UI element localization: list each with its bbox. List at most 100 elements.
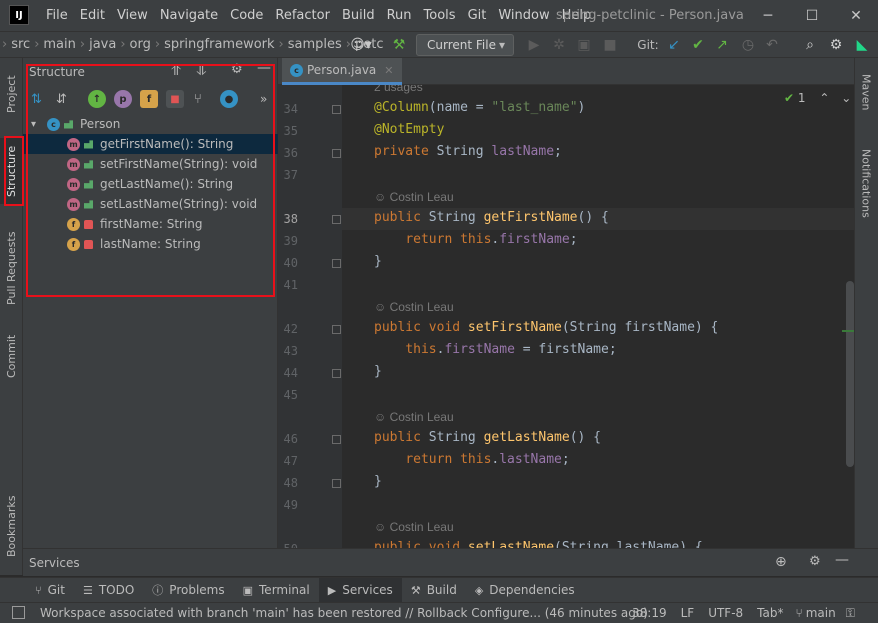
- maximize-icon[interactable]: ☐: [790, 0, 834, 31]
- author-hint[interactable]: ☺ Costin Leau: [374, 410, 454, 424]
- menu-window[interactable]: Window: [492, 0, 555, 31]
- breadcrumb-main[interactable]: main: [41, 32, 77, 58]
- fold-marker-icon[interactable]: [332, 215, 341, 224]
- navigation-bar: › src › main › java › org › springframew…: [0, 31, 878, 58]
- build-icon: ⚒: [410, 583, 421, 597]
- hammer-icon[interactable]: ⚒: [388, 32, 410, 58]
- caret-position[interactable]: 38:19: [632, 606, 667, 620]
- breadcrumb-java[interactable]: java: [87, 32, 118, 58]
- tool-tab-problems[interactable]: ⓘ Problems: [143, 578, 233, 603]
- tool-tab-git[interactable]: ⑂ Git: [26, 578, 74, 603]
- branch-icon: ⑂: [795, 606, 803, 620]
- commit-icon[interactable]: ✔: [688, 32, 708, 58]
- fold-marker-icon[interactable]: [332, 369, 341, 378]
- fold-marker-icon[interactable]: [332, 259, 341, 268]
- rollback-icon[interactable]: ↶: [762, 32, 782, 58]
- run-icon[interactable]: ▶: [524, 32, 544, 58]
- chevron-up-icon[interactable]: ⌃: [819, 91, 829, 105]
- tool-tab-commit[interactable]: Commit: [0, 324, 23, 388]
- breadcrumb-src[interactable]: src: [9, 32, 32, 58]
- menu-git[interactable]: Git: [462, 0, 493, 31]
- tool-tab-maven[interactable]: Maven: [855, 64, 877, 120]
- menu-edit[interactable]: Edit: [74, 0, 111, 31]
- author-hint[interactable]: ☺ Costin Leau: [374, 520, 454, 534]
- menu-navigate[interactable]: Navigate: [154, 0, 224, 31]
- menu-refactor[interactable]: Refactor: [269, 0, 336, 31]
- tool-tab-build[interactable]: ⚒ Build: [402, 578, 466, 603]
- menu-tools[interactable]: Tools: [418, 0, 462, 31]
- debug-icon[interactable]: ✲: [549, 32, 569, 58]
- fold-marker-icon[interactable]: [332, 325, 341, 334]
- line-number: 49: [283, 498, 298, 512]
- toggle-tool-windows-icon[interactable]: [12, 606, 25, 619]
- gear-icon[interactable]: ⚙: [826, 32, 846, 58]
- menu-code[interactable]: Code: [224, 0, 269, 31]
- push-icon[interactable]: ↗: [712, 32, 732, 58]
- author-name: Costin Leau: [389, 190, 454, 204]
- tab-person-java[interactable]: c Person.java ✕: [282, 58, 402, 85]
- tool-tab-pull-requests[interactable]: Pull Requests: [0, 220, 23, 316]
- code-with-me-icon[interactable]: ◣: [852, 32, 872, 58]
- tool-tab-notifications[interactable]: Notifications: [855, 138, 877, 228]
- breadcrumb-samples[interactable]: samples: [286, 32, 344, 58]
- fold-marker-icon[interactable]: [332, 435, 341, 444]
- inspection-count: 1: [797, 91, 806, 105]
- author-hint[interactable]: ☺ Costin Leau: [374, 190, 454, 204]
- author-name: Costin Leau: [389, 300, 454, 314]
- tool-tab-services[interactable]: ▶ Services: [318, 577, 402, 603]
- breadcrumb-springframework[interactable]: springframework: [162, 32, 276, 58]
- fold-marker-icon[interactable]: [332, 149, 341, 158]
- tool-tab-todo[interactable]: ☰ TODO: [74, 578, 143, 603]
- fold-marker-icon[interactable]: [332, 479, 341, 488]
- tool-tab-terminal-label: Terminal: [259, 583, 310, 597]
- minimize-icon[interactable]: ─: [746, 0, 790, 31]
- code-line: public void setLastName(String lastName)…: [374, 540, 703, 548]
- chevron-right-icon: ›: [79, 37, 86, 52]
- tool-tab-problems-label: Problems: [169, 583, 225, 597]
- usages-hint[interactable]: 2 usages: [374, 85, 423, 94]
- tool-tab-dependencies[interactable]: ◈ Dependencies: [466, 578, 584, 603]
- tool-tab-bookmarks[interactable]: Bookmarks: [0, 488, 23, 564]
- close-icon[interactable]: ✕: [834, 0, 878, 31]
- todo-icon: ☰: [82, 583, 93, 597]
- menu-bar: File Edit View Navigate Code Refactor Bu…: [40, 0, 597, 31]
- line-separator[interactable]: LF: [681, 606, 695, 620]
- settings-icon[interactable]: ⚙: [809, 554, 821, 569]
- author-hint[interactable]: ☺ Costin Leau: [374, 300, 454, 314]
- close-tab-icon[interactable]: ✕: [384, 64, 393, 77]
- tool-tab-terminal[interactable]: ▣ Terminal: [234, 578, 319, 603]
- menu-run[interactable]: Run: [381, 0, 418, 31]
- fold-marker-icon[interactable]: [332, 105, 341, 114]
- menu-build[interactable]: Build: [336, 0, 381, 31]
- file-encoding[interactable]: UTF-8: [708, 606, 743, 620]
- breadcrumb-org[interactable]: org: [128, 32, 153, 58]
- stop-icon[interactable]: ■: [600, 32, 620, 58]
- line-number: 44: [283, 366, 298, 380]
- code-line: public void setFirstName(String firstNam…: [374, 320, 719, 335]
- status-message[interactable]: Workspace associated with branch 'main' …: [40, 603, 648, 623]
- chevron-down-icon[interactable]: ⌄: [841, 91, 851, 105]
- menu-file[interactable]: File: [40, 0, 74, 31]
- user-dropdown-icon[interactable]: ☺▾: [347, 32, 375, 58]
- right-tool-strip: Maven Notifications: [854, 58, 878, 548]
- git-branch[interactable]: main: [806, 606, 836, 620]
- menu-view[interactable]: View: [111, 0, 154, 31]
- history-icon[interactable]: ◷: [738, 32, 758, 58]
- crosshair-icon[interactable]: ⊕: [775, 554, 787, 570]
- line-number: 35: [283, 124, 298, 138]
- tool-tab-notifications-label: Notifications: [859, 148, 873, 218]
- indent-setting[interactable]: Tab*: [757, 606, 783, 620]
- code-line: public String getLastName() {: [374, 430, 601, 445]
- services-title: Services: [29, 556, 80, 570]
- tool-tab-dependencies-label: Dependencies: [489, 583, 575, 597]
- code-editor[interactable]: 2 usages ✔ 1 ⌃ ⌄ 34 35 36 37 38 39 40 41…: [278, 85, 854, 548]
- search-icon[interactable]: ⌕: [800, 32, 820, 58]
- coverage-icon[interactable]: ▣: [574, 32, 594, 58]
- tool-tab-project[interactable]: Project: [0, 64, 23, 124]
- update-project-icon[interactable]: ↙: [664, 32, 684, 58]
- lock-icon[interactable]: ⚿: [846, 606, 855, 621]
- inspection-widget[interactable]: ✔ 1 ⌃ ⌄: [784, 91, 851, 105]
- hide-icon[interactable]: —: [835, 552, 849, 568]
- editor-scrollbar[interactable]: [846, 281, 854, 467]
- run-config-select[interactable]: Current File ▾: [416, 34, 514, 56]
